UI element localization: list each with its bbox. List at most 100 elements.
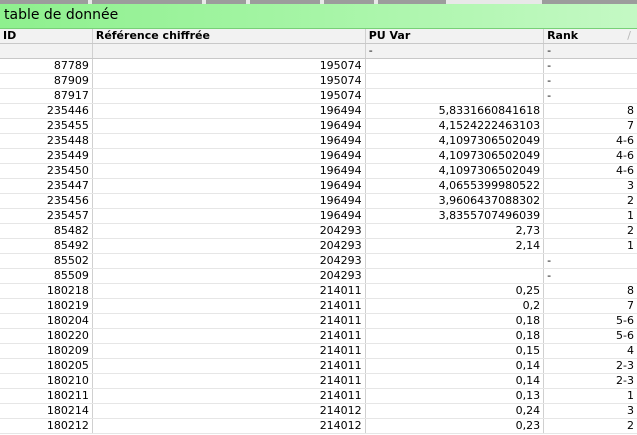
cell-rank[interactable]: 1 (543, 208, 637, 224)
cell-rank[interactable]: 2 (543, 223, 637, 239)
table-row[interactable]: 235447 196494 4,0655399980522 3 (0, 178, 637, 194)
cell-reference[interactable]: 214011 (92, 343, 366, 359)
table-row[interactable]: 180205 214011 0,14 2-3 (0, 358, 637, 374)
table-row[interactable]: 85509 204293 - (0, 268, 637, 284)
table-row[interactable]: 180209 214011 0,15 4 (0, 343, 637, 359)
cell-id[interactable]: 87789 (0, 58, 93, 74)
cell-id[interactable]: 235456 (0, 193, 93, 209)
cell-reference[interactable]: 214011 (92, 388, 366, 404)
cell-reference[interactable]: 204293 (92, 223, 366, 239)
column-header-rank[interactable]: Rank / (543, 29, 637, 44)
cell-id[interactable]: 235457 (0, 208, 93, 224)
cell-id[interactable]: 180212 (0, 418, 93, 434)
cell-reference[interactable]: 214011 (92, 298, 366, 314)
cell-reference[interactable]: 196494 (92, 118, 366, 134)
cell-reference[interactable]: 196494 (92, 178, 366, 194)
cell-reference[interactable]: 214012 (92, 403, 366, 419)
table-row[interactable]: 180219 214011 0,2 7 (0, 298, 637, 314)
cell-reference[interactable]: 204293 (92, 268, 366, 284)
cell-rank[interactable]: 3 (543, 178, 637, 194)
cell-reference[interactable]: 196494 (92, 193, 366, 209)
cell-pu-var[interactable]: 0,15 (365, 343, 545, 359)
cell-pu-var[interactable]: 4,1097306502049 (365, 148, 545, 164)
cell-pu-var[interactable] (365, 73, 545, 89)
cell-rank[interactable]: 7 (543, 118, 637, 134)
cell-pu-var[interactable]: 3,9606437088302 (365, 193, 545, 209)
cell-id[interactable]: 85509 (0, 268, 93, 284)
cell-id[interactable]: 235446 (0, 103, 93, 119)
cell-id[interactable]: 180219 (0, 298, 93, 314)
cell-rank[interactable]: 3 (543, 403, 637, 419)
cell-id[interactable]: 235448 (0, 133, 93, 149)
cell-pu-var[interactable]: 4,0655399980522 (365, 178, 545, 194)
table-row[interactable]: 180210 214011 0,14 2-3 (0, 373, 637, 389)
cell-pu-var[interactable]: 4,1097306502049 (365, 133, 545, 149)
cell-pu-var[interactable]: 4,1524222463103 (365, 118, 545, 134)
cell-rank[interactable]: 4-6 (543, 163, 637, 179)
cell-pu-var[interactable]: 0,23 (365, 418, 545, 434)
cell-rank[interactable]: - (543, 253, 637, 269)
cell-pu-var[interactable]: 5,8331660841618 (365, 103, 545, 119)
cell-reference[interactable]: 214011 (92, 328, 366, 344)
cell-rank[interactable]: - (543, 73, 637, 89)
cell-reference[interactable]: 214011 (92, 358, 366, 374)
column-header-pu-var[interactable]: PU Var (365, 29, 545, 44)
table-row[interactable]: 180211 214011 0,13 1 (0, 388, 637, 404)
cell-id[interactable]: 180209 (0, 343, 93, 359)
cell-reference[interactable]: 196494 (92, 208, 366, 224)
cell-rank[interactable]: - (543, 268, 637, 284)
cell-id[interactable]: 235447 (0, 178, 93, 194)
cell-reference[interactable]: 196494 (92, 163, 366, 179)
cell-pu-var[interactable]: 0,14 (365, 373, 545, 389)
cell-reference[interactable]: 196494 (92, 148, 366, 164)
cell-pu-var[interactable] (365, 268, 545, 284)
cell-rank[interactable]: 4 (543, 343, 637, 359)
cell-reference[interactable]: 214011 (92, 283, 366, 299)
cell-rank[interactable]: 2 (543, 193, 637, 209)
cell-pu-var[interactable]: 4,1097306502049 (365, 163, 545, 179)
cell-reference[interactable]: 214011 (92, 373, 366, 389)
cell-reference[interactable]: 195074 (92, 88, 366, 104)
table-row[interactable]: 235457 196494 3,8355707496039 1 (0, 208, 637, 224)
cell-pu-var[interactable]: 0,13 (365, 388, 545, 404)
table-row[interactable]: 180204 214011 0,18 5-6 (0, 313, 637, 329)
cell-id[interactable]: 180210 (0, 373, 93, 389)
cell-rank[interactable]: 2 (543, 418, 637, 434)
table-row[interactable]: 85502 204293 - (0, 253, 637, 269)
table-row[interactable]: 235446 196494 5,8331660841618 8 (0, 103, 637, 119)
cell-id[interactable]: 87917 (0, 88, 93, 104)
cell-pu-var[interactable]: 3,8355707496039 (365, 208, 545, 224)
cell-reference[interactable]: 195074 (92, 73, 366, 89)
cell-rank[interactable]: 8 (543, 103, 637, 119)
cell-pu-var[interactable]: 0,18 (365, 328, 545, 344)
sort-indicator-icon[interactable]: / (627, 29, 631, 43)
table-row[interactable]: 87789 195074 - (0, 58, 637, 74)
table-row[interactable]: 235456 196494 3,9606437088302 2 (0, 193, 637, 209)
cell-id[interactable]: 235450 (0, 163, 93, 179)
cell-id[interactable]: 235449 (0, 148, 93, 164)
column-header-reference[interactable]: Référence chiffrée (92, 29, 366, 44)
table-row[interactable]: 180218 214011 0,25 8 (0, 283, 637, 299)
cell-id[interactable]: 85502 (0, 253, 93, 269)
cell-id[interactable]: 87909 (0, 73, 93, 89)
cell-pu-var[interactable]: 0,25 (365, 283, 545, 299)
cell-reference[interactable]: 196494 (92, 103, 366, 119)
cell-id[interactable]: 85492 (0, 238, 93, 254)
table-row[interactable]: 235449 196494 4,1097306502049 4-6 (0, 148, 637, 164)
cell-reference[interactable]: 195074 (92, 58, 366, 74)
cell-rank[interactable]: 7 (543, 298, 637, 314)
cell-id[interactable]: 180205 (0, 358, 93, 374)
table-row[interactable]: 180214 214012 0,24 3 (0, 403, 637, 419)
cell-pu-var[interactable]: 0,18 (365, 313, 545, 329)
table-row[interactable]: 180220 214011 0,18 5-6 (0, 328, 637, 344)
table-row[interactable]: 85482 204293 2,73 2 (0, 223, 637, 239)
cell-rank[interactable]: 1 (543, 388, 637, 404)
cell-id[interactable]: 180204 (0, 313, 93, 329)
cell-id[interactable]: 235455 (0, 118, 93, 134)
cell-id[interactable]: 180214 (0, 403, 93, 419)
cell-reference[interactable]: 214011 (92, 313, 366, 329)
cell-rank[interactable]: 4-6 (543, 148, 637, 164)
cell-rank[interactable]: 2-3 (543, 373, 637, 389)
cell-id[interactable]: 180211 (0, 388, 93, 404)
cell-pu-var[interactable] (365, 253, 545, 269)
